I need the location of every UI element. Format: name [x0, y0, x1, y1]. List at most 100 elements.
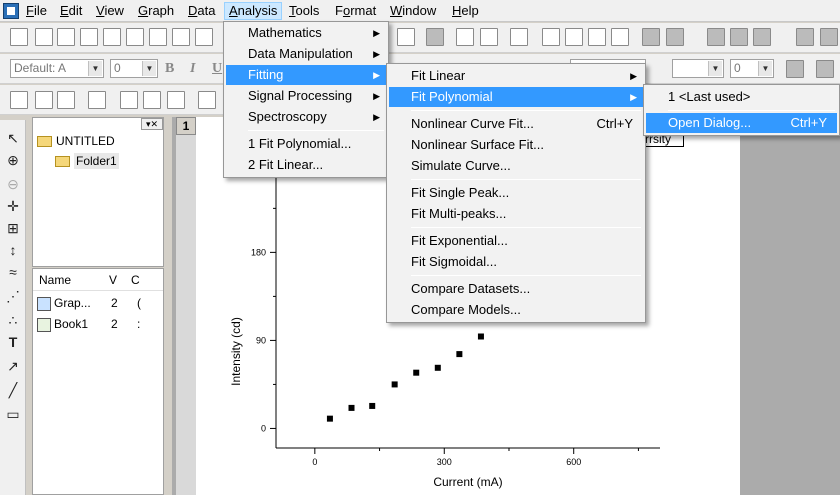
app-icon[interactable] — [3, 3, 19, 19]
tree-folder[interactable]: Folder1 — [55, 153, 119, 169]
menu-tools[interactable]: Tools — [285, 2, 323, 20]
new-notes-icon[interactable] — [172, 28, 190, 46]
menu-item-data-manipulation[interactable]: Data Manipulation ▶ — [226, 44, 386, 64]
screen-reader-icon[interactable]: ✛ — [3, 196, 23, 216]
arrow-tool-icon[interactable]: ↗ — [3, 356, 23, 376]
menu-view[interactable]: View — [92, 2, 128, 20]
add-column-icon[interactable] — [397, 28, 415, 46]
layer-icon[interactable] — [120, 91, 138, 109]
menu-item-signal-processing[interactable]: Signal Processing ▶ — [226, 86, 386, 106]
new-project-icon[interactable] — [10, 28, 28, 46]
italic-button[interactable]: I — [190, 61, 195, 77]
menu-item-fit-linear[interactable]: Fit Linear ▶ — [389, 66, 643, 86]
line-tool-icon[interactable]: ╱ — [3, 380, 23, 400]
menu-edit[interactable]: Edit — [56, 2, 86, 20]
chevron-down-icon[interactable]: ▼ — [758, 61, 772, 76]
data-selector-icon[interactable]: ↕ — [3, 240, 23, 260]
undo-icon[interactable] — [666, 28, 684, 46]
new-function-icon[interactable] — [103, 28, 121, 46]
extract-icon[interactable] — [167, 91, 185, 109]
layer-number[interactable]: 1 — [176, 117, 196, 135]
zoom-out-icon[interactable] — [35, 91, 53, 109]
refresh-icon[interactable] — [642, 28, 660, 46]
menu-item-label: 1 <Last used> — [668, 89, 751, 104]
menu-item-nonlinear-surface-fit[interactable]: Nonlinear Surface Fit... — [389, 135, 643, 155]
settings-gear-icon[interactable] — [611, 28, 629, 46]
zoom-in-icon[interactable] — [10, 91, 28, 109]
menu-item-fit-exponential[interactable]: Fit Exponential... — [389, 231, 643, 251]
menu-item-recent-fit-polynomial[interactable]: 1 Fit Polynomial... — [226, 134, 386, 154]
underline-button[interactable]: U — [212, 61, 222, 77]
new-graph-icon[interactable] — [57, 28, 75, 46]
list-item[interactable]: Book1 2 : — [37, 317, 163, 332]
menu-item-compare-datasets[interactable]: Compare Datasets... — [389, 279, 643, 299]
menu-format[interactable]: Format — [331, 2, 380, 20]
command-window-icon[interactable] — [480, 28, 498, 46]
scatter-tool-icon[interactable]: ∴ — [3, 310, 23, 330]
menu-item-compare-models[interactable]: Compare Models... — [389, 300, 643, 320]
list-item[interactable]: Grap... 2 ( — [37, 296, 163, 311]
column-count[interactable]: C — [131, 273, 140, 287]
column-name[interactable]: Name — [39, 273, 71, 287]
chevron-down-icon[interactable]: ▼ — [142, 61, 156, 76]
project-explorer-icon[interactable] — [510, 28, 528, 46]
menu-item-simulate-curve[interactable]: Simulate Curve... — [389, 156, 643, 176]
chevron-down-icon[interactable]: ▼ — [708, 61, 722, 76]
menu-item-last-used[interactable]: 1 <Last used> — [646, 87, 837, 107]
menu-item-spectroscopy[interactable]: Spectroscopy ▶ — [226, 107, 386, 127]
menu-file[interactable]: File — [22, 2, 51, 20]
duplicate-icon[interactable] — [796, 28, 814, 46]
tree-root[interactable]: UNTITLED — [37, 134, 115, 148]
data-reader-icon[interactable]: ⊞ — [3, 218, 23, 238]
paste-icon[interactable] — [753, 28, 771, 46]
menu-item-fit-polynomial[interactable]: Fit Polynomial ▶ — [389, 87, 643, 107]
new-matrix-icon[interactable] — [80, 28, 98, 46]
line-width-combo[interactable]: 0 ▼ — [730, 59, 774, 78]
code-editor-icon[interactable] — [588, 28, 606, 46]
font-size-combo[interactable]: 0 ▼ — [110, 59, 158, 78]
mask-icon[interactable]: ≈ — [3, 262, 23, 282]
menu-item-open-dialog[interactable]: Open Dialog... Ctrl+Y — [646, 113, 837, 133]
zoom-icon[interactable]: ⊕ — [3, 150, 23, 170]
results-log-icon[interactable] — [542, 28, 560, 46]
open-icon[interactable] — [195, 28, 213, 46]
menu-item-mathematics[interactable]: Mathematics ▶ — [226, 23, 386, 43]
menu-window[interactable]: Window — [386, 2, 440, 20]
menu-item-nonlinear-curve-fit[interactable]: Nonlinear Curve Fit... Ctrl+Y — [389, 114, 643, 134]
menu-item-recent-fit-linear[interactable]: 2 Fit Linear... — [226, 155, 386, 175]
close-icon[interactable]: ▾✕ — [141, 118, 163, 130]
new-worksheet-icon[interactable] — [35, 28, 53, 46]
merge-icon[interactable] — [143, 91, 161, 109]
code-builder-icon[interactable] — [456, 28, 474, 46]
column-view[interactable]: V — [109, 273, 117, 287]
fill-icon[interactable] — [816, 60, 834, 78]
menu-item-fitting[interactable]: Fitting ▶ — [226, 65, 386, 85]
rescale-icon[interactable] — [88, 91, 106, 109]
cut-icon[interactable] — [707, 28, 725, 46]
new-excel-icon[interactable] — [149, 28, 167, 46]
font-combo[interactable]: Default: A ▼ — [10, 59, 104, 78]
rectangle-tool-icon[interactable]: ▭ — [3, 404, 23, 424]
menu-analysis[interactable]: Analysis — [224, 2, 283, 20]
menu-item-fit-sigmoidal[interactable]: Fit Sigmoidal... — [389, 252, 643, 272]
print-icon[interactable] — [426, 28, 444, 46]
chevron-down-icon[interactable]: ▼ — [88, 61, 102, 76]
draw-data-icon[interactable]: ⋰ — [3, 286, 23, 306]
window-icon[interactable] — [820, 28, 838, 46]
menu-item-fit-multi-peaks[interactable]: Fit Multi-peaks... — [389, 204, 643, 224]
whole-page-icon[interactable] — [57, 91, 75, 109]
menu-item-fit-single-peak[interactable]: Fit Single Peak... — [389, 183, 643, 203]
new-layout-icon[interactable] — [126, 28, 144, 46]
bold-button[interactable]: B — [165, 61, 174, 77]
axis-icon[interactable] — [198, 91, 216, 109]
pointer-icon[interactable]: ↖ — [3, 128, 23, 148]
line-color-combo[interactable]: ▼ — [672, 59, 724, 78]
menu-data[interactable]: Data — [184, 2, 219, 20]
text-tool-icon[interactable]: T — [3, 332, 23, 352]
zoom-out-tool-icon[interactable]: ⊖ — [3, 174, 23, 194]
menu-help[interactable]: Help — [448, 2, 483, 20]
menu-graph[interactable]: Graph — [134, 2, 178, 20]
pattern-icon[interactable] — [786, 60, 804, 78]
copy-icon[interactable] — [730, 28, 748, 46]
script-window-icon[interactable] — [565, 28, 583, 46]
